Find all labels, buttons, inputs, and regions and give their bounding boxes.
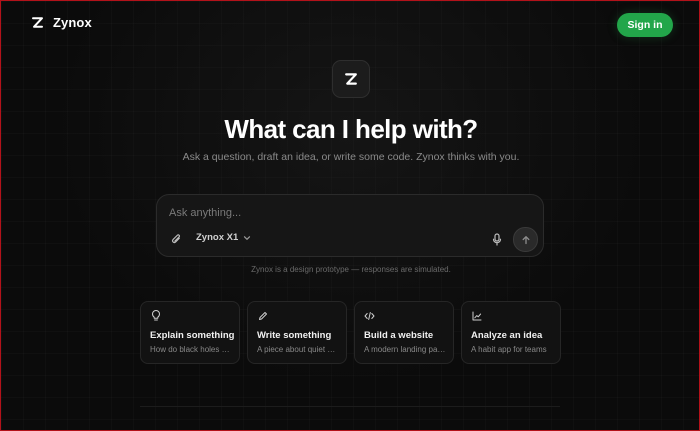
suggestion-card-write[interactable]: Write something A piece about quiet morn… (247, 301, 347, 364)
card-title: Analyze an idea (471, 330, 543, 341)
card-subtitle: A modern landing page (364, 345, 446, 354)
pencil-icon (257, 310, 268, 321)
page-title: What can I help with? (224, 114, 478, 144)
chart-icon (471, 310, 482, 321)
prompt-composer: Zynox X1 (156, 194, 544, 257)
code-icon (364, 310, 375, 321)
divider (140, 406, 560, 407)
suggestion-card-explain[interactable]: Explain something How do black holes wor… (140, 301, 240, 364)
card-subtitle: A piece about quiet mornings (257, 345, 339, 354)
card-title: Build a website (364, 330, 434, 341)
suggestion-card-build[interactable]: Build a website A modern landing page (354, 301, 454, 364)
sign-in-button[interactable]: Sign in (617, 13, 673, 37)
chevron-down-icon (244, 235, 251, 240)
send-button[interactable] (513, 227, 538, 252)
brand[interactable]: Zynox (30, 15, 92, 30)
paperclip-icon[interactable] (169, 232, 183, 246)
card-subtitle: A habit app for teams (471, 345, 547, 354)
brand-name: Zynox (53, 15, 92, 30)
app-window: Zynox Sign in What can I help with? Ask … (0, 0, 700, 431)
disclaimer: Zynox is a design prototype — responses … (251, 265, 451, 274)
z-logo-icon (345, 73, 357, 85)
suggestion-card-analyze[interactable]: Analyze an idea A habit app for teams (461, 301, 561, 364)
suggestion-cards: Explain something How do black holes wor… (140, 301, 561, 364)
z-logo-icon (30, 16, 44, 30)
card-title: Write something (257, 330, 332, 341)
lightbulb-icon (150, 310, 161, 321)
card-subtitle: How do black holes work? (150, 345, 232, 354)
arrow-up-icon (522, 235, 529, 244)
card-title: Explain something (150, 330, 235, 341)
prompt-input[interactable] (169, 205, 529, 221)
hero-logo (332, 60, 370, 98)
page-subtitle: Ask a question, draft an idea, or write … (182, 151, 520, 163)
model-label: Zynox X1 (196, 232, 239, 243)
microphone-icon[interactable] (491, 232, 503, 246)
model-selector[interactable]: Zynox X1 (196, 232, 251, 243)
